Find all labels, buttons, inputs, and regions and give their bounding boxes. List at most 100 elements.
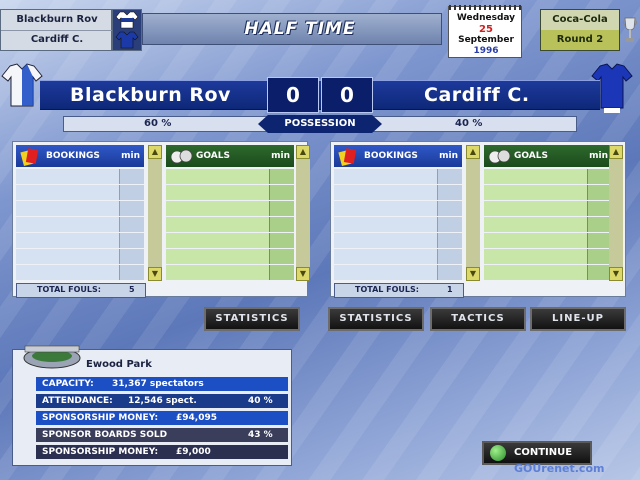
list-item	[484, 265, 612, 280]
scroll-down-icon[interactable]: ▼	[296, 267, 310, 281]
competition-name: Coca-Cola	[541, 10, 619, 31]
lineup-button[interactable]: LINE-UP	[530, 307, 626, 331]
boards-label: SPONSOR BOARDS SOLD	[42, 430, 168, 440]
list-item	[334, 185, 462, 200]
home-shirt-icon	[1, 63, 43, 107]
away-bookings-header: BOOKINGS min	[334, 145, 462, 167]
trophy-icon	[623, 17, 637, 42]
home-bookings-header: BOOKINGS min	[16, 145, 144, 167]
away-goals-list	[484, 169, 612, 281]
capacity-label: CAPACITY:	[42, 379, 94, 389]
boards-pct: 43 %	[248, 430, 273, 440]
scroll-up-icon[interactable]: ▲	[609, 145, 623, 159]
list-item	[334, 233, 462, 248]
calendar-rings-icon	[449, 5, 523, 10]
scroll-up-icon[interactable]: ▲	[466, 145, 480, 159]
capacity-row: CAPACITY: 31,367 spectators	[36, 377, 288, 391]
page-title: HALF TIME	[244, 19, 356, 39]
home-total-fouls: TOTAL FOULS: 5	[16, 283, 146, 298]
kit-icons	[112, 9, 142, 51]
list-item	[166, 265, 294, 280]
stadium-panel: Ewood Park CAPACITY: 31,367 spectators A…	[12, 345, 292, 466]
home-statistics-button[interactable]: STATISTICS	[204, 307, 300, 331]
list-item	[484, 169, 612, 184]
away-bookings-scrollbar[interactable]: ▲ ▼	[466, 145, 480, 281]
home-goals-scrollbar[interactable]: ▲ ▼	[296, 145, 310, 281]
list-item	[484, 217, 612, 232]
list-item	[16, 185, 144, 200]
bookings-cards-icon	[338, 148, 357, 167]
attendance-row: ATTENDANCE: 12,546 spect. 40 %	[36, 394, 288, 408]
calendar-year: 1996	[473, 46, 499, 56]
goals-balls-icon	[488, 149, 511, 164]
list-item	[334, 169, 462, 184]
away-team-short: Cardiff C.	[30, 34, 84, 45]
home-bookings-list	[16, 169, 144, 281]
list-item	[166, 217, 294, 232]
list-item	[484, 201, 612, 216]
competition-round: Round 2	[541, 30, 619, 50]
ball-icon	[490, 445, 506, 461]
list-item	[484, 185, 612, 200]
list-item	[16, 233, 144, 248]
away-score: 0	[321, 77, 373, 113]
home-bookings-scrollbar[interactable]: ▲ ▼	[148, 145, 162, 281]
boards-row: SPONSOR BOARDS SOLD 43 %	[36, 428, 288, 442]
list-item	[166, 201, 294, 216]
list-item	[334, 265, 462, 280]
scroll-down-icon[interactable]: ▼	[148, 267, 162, 281]
attendance-label: ATTENDANCE:	[42, 396, 113, 406]
attendance-pct: 40 %	[248, 396, 273, 406]
away-total-fouls: TOTAL FOULS: 1	[334, 283, 464, 298]
possession-label: POSSESSION	[258, 115, 382, 133]
home-goals-header: GOALS min	[166, 145, 294, 167]
list-item	[166, 233, 294, 248]
tactics-button[interactable]: TACTICS	[430, 307, 526, 331]
away-bookings-min-label: min	[439, 151, 458, 161]
home-bookings-min-label: min	[121, 151, 140, 161]
stadium-icon	[23, 345, 81, 369]
fixture-box: Blackburn Rov Cardiff C.	[0, 9, 113, 51]
scroll-down-icon[interactable]: ▼	[609, 267, 623, 281]
stadium-name: Ewood Park	[86, 359, 152, 370]
home-goals-label: GOALS	[196, 151, 230, 161]
list-item	[334, 201, 462, 216]
away-bookings-label: BOOKINGS	[364, 151, 418, 161]
goals-balls-icon	[170, 149, 193, 164]
away-goals-scrollbar[interactable]: ▲ ▼	[609, 145, 623, 281]
home-team-short: Blackburn Rov	[1, 10, 113, 31]
home-fouls-label: TOTAL FOULS:	[37, 285, 101, 294]
sponsorship-value: £94,095	[176, 413, 217, 423]
away-possession: 40 %	[455, 118, 483, 129]
away-goals-min-label: min	[589, 151, 608, 161]
sponsorship-label: SPONSORSHIP MONEY:	[42, 413, 159, 423]
list-item	[166, 169, 294, 184]
home-match-panel: BOOKINGS min GOALS min ▲ ▼ ▲ ▼ TOTAL FOU…	[12, 141, 310, 298]
competition-box: Coca-Cola Round 2	[540, 9, 620, 51]
list-item	[16, 249, 144, 264]
away-statistics-button[interactable]: STATISTICS	[328, 307, 424, 331]
scroll-up-icon[interactable]: ▲	[296, 145, 310, 159]
sponsorship-row: SPONSORSHIP MONEY: £94,095	[36, 411, 288, 425]
home-possession: 60 %	[144, 118, 172, 129]
list-item	[16, 217, 144, 232]
sponsorship2-label: SPONSORSHIP MONEY:	[42, 447, 159, 457]
scroll-down-icon[interactable]: ▼	[466, 267, 480, 281]
watermark: GOUrenet.com	[514, 462, 605, 475]
calendar-month: September	[458, 35, 514, 45]
list-item	[166, 249, 294, 264]
calendar-day: 25	[479, 24, 493, 35]
list-item	[166, 185, 294, 200]
list-item	[16, 169, 144, 184]
away-team-name: Cardiff C.	[424, 84, 530, 106]
home-goals-list	[166, 169, 294, 281]
date-calendar: Wednesday 25 September 1996	[448, 5, 523, 58]
away-goals-label: GOALS	[514, 151, 548, 161]
list-item	[484, 233, 612, 248]
sponsorship2-row: SPONSORSHIP MONEY: £9,000	[36, 445, 288, 459]
away-fouls-label: TOTAL FOULS:	[355, 285, 419, 294]
attendance-value: 12,546 spect.	[128, 396, 197, 406]
sponsorship2-value: £9,000	[176, 447, 211, 457]
scroll-up-icon[interactable]: ▲	[148, 145, 162, 159]
home-fouls-value: 5	[129, 285, 135, 294]
